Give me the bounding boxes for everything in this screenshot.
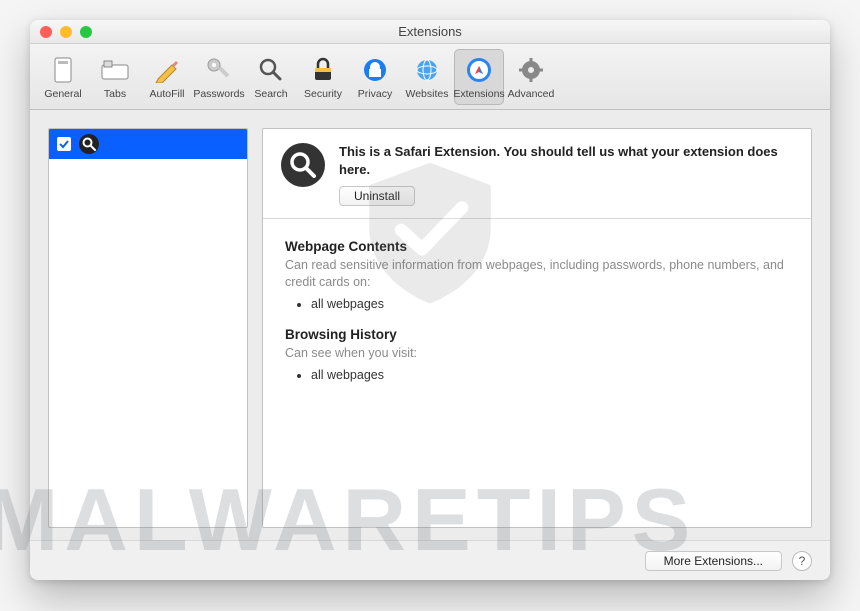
search-icon xyxy=(256,55,286,85)
footer-bar: More Extensions... ? xyxy=(30,540,830,580)
toolbar-advanced[interactable]: Advanced xyxy=(506,49,556,105)
toolbar-label: Privacy xyxy=(358,88,392,100)
browsing-history-title: Browsing History xyxy=(285,327,789,342)
toolbar-label: Search xyxy=(254,88,287,100)
toolbar-privacy[interactable]: Privacy xyxy=(350,49,400,105)
privacy-icon xyxy=(360,55,390,85)
autofill-icon xyxy=(152,55,182,85)
toolbar-label: Extensions xyxy=(453,88,504,100)
extension-enable-checkbox[interactable] xyxy=(57,137,71,151)
browsing-history-desc: Can see when you visit: xyxy=(285,345,789,362)
gear-icon xyxy=(516,55,546,85)
uninstall-button[interactable]: Uninstall xyxy=(339,186,415,206)
permission-bullet: all webpages xyxy=(311,297,789,311)
magnifier-icon xyxy=(79,134,99,154)
magnifier-icon xyxy=(281,143,325,187)
extensions-sidebar xyxy=(48,128,248,528)
webpage-contents-desc: Can read sensitive information from webp… xyxy=(285,257,789,291)
more-extensions-button[interactable]: More Extensions... xyxy=(645,551,782,571)
toolbar-label: Passwords xyxy=(193,88,244,100)
toolbar-label: Tabs xyxy=(104,88,126,100)
extension-description: This is a Safari Extension. You should t… xyxy=(339,143,793,178)
compass-icon xyxy=(464,55,494,85)
globe-icon xyxy=(412,55,442,85)
toolbar-extensions[interactable]: Extensions xyxy=(454,49,504,105)
toolbar-search[interactable]: Search xyxy=(246,49,296,105)
toolbar-label: Advanced xyxy=(508,88,555,100)
toolbar-label: Websites xyxy=(406,88,449,100)
extension-header: This is a Safari Extension. You should t… xyxy=(263,129,811,219)
content-area: This is a Safari Extension. You should t… xyxy=(30,110,830,540)
toolbar-label: General xyxy=(44,88,81,100)
extension-list-item[interactable] xyxy=(49,129,247,159)
preferences-toolbar: General Tabs AutoFill Passwords Search xyxy=(30,44,830,110)
tabs-icon xyxy=(100,55,130,85)
toolbar-label: AutoFill xyxy=(149,88,184,100)
preferences-window: Extensions General Tabs AutoFill Passwor… xyxy=(30,20,830,580)
extension-detail-panel: This is a Safari Extension. You should t… xyxy=(262,128,812,528)
window-title: Extensions xyxy=(30,24,830,39)
toolbar-general[interactable]: General xyxy=(38,49,88,105)
help-button[interactable]: ? xyxy=(792,551,812,571)
toolbar-autofill[interactable]: AutoFill xyxy=(142,49,192,105)
toolbar-tabs[interactable]: Tabs xyxy=(90,49,140,105)
titlebar: Extensions xyxy=(30,20,830,44)
webpage-contents-title: Webpage Contents xyxy=(285,239,789,254)
lock-icon xyxy=(308,55,338,85)
permissions-section: Webpage Contents Can read sensitive info… xyxy=(263,219,811,418)
toolbar-websites[interactable]: Websites xyxy=(402,49,452,105)
general-icon xyxy=(48,55,78,85)
toolbar-passwords[interactable]: Passwords xyxy=(194,49,244,105)
toolbar-security[interactable]: Security xyxy=(298,49,348,105)
key-icon xyxy=(204,55,234,85)
toolbar-label: Security xyxy=(304,88,342,100)
permission-bullet: all webpages xyxy=(311,368,789,382)
